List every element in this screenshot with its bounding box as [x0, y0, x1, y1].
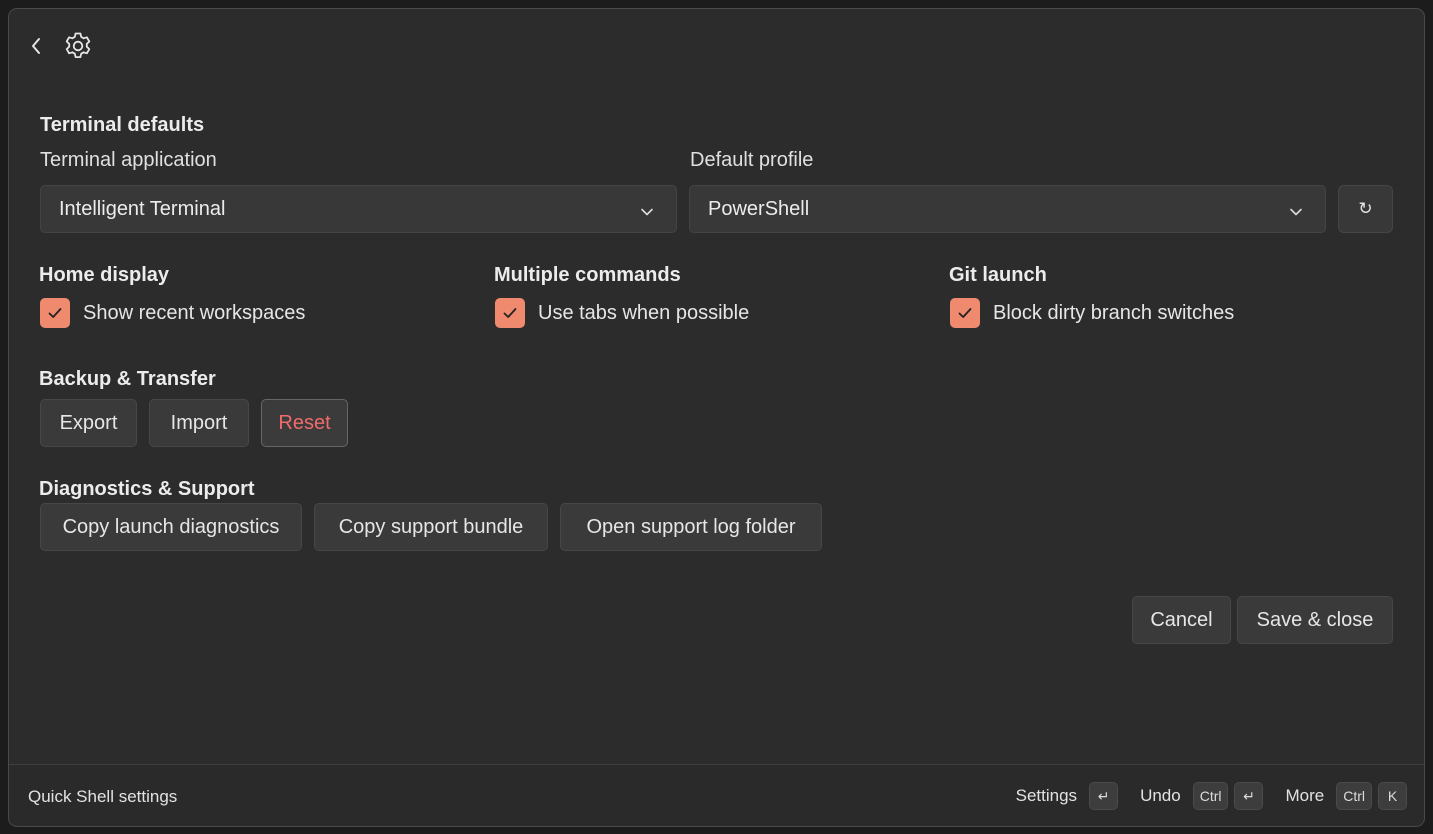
checkmark-icon: [48, 308, 62, 318]
save-close-button[interactable]: Save & close: [1237, 596, 1393, 644]
show-recent-workspaces-option[interactable]: Show recent workspaces: [40, 298, 305, 328]
enter-key-icon: ↵: [1234, 782, 1264, 810]
copy-support-bundle-button[interactable]: Copy support bundle: [314, 503, 548, 551]
ctrl-key: Ctrl: [1336, 782, 1372, 810]
backup-transfer-heading: Backup & Transfer: [39, 368, 216, 390]
terminal-application-label: Terminal application: [40, 149, 217, 171]
command-bar-footer: Quick Shell settings Settings ↵ Undo Ctr…: [9, 764, 1424, 826]
settings-window: Terminal defaults Terminal application D…: [8, 8, 1425, 827]
import-button[interactable]: Import: [149, 399, 249, 447]
block-dirty-branch-label: Block dirty branch switches: [993, 301, 1235, 324]
default-profile-select[interactable]: PowerShell: [689, 185, 1326, 233]
footer-title: Quick Shell settings: [28, 787, 178, 806]
block-dirty-branch-checkbox[interactable]: [950, 298, 980, 328]
k-key: K: [1378, 782, 1407, 810]
settings-action-label: Settings: [1015, 786, 1078, 805]
enter-key-icon: ↵: [1089, 782, 1119, 810]
show-recent-workspaces-label: Show recent workspaces: [83, 301, 306, 324]
terminal-application-select[interactable]: Intelligent Terminal: [40, 185, 677, 233]
chevron-left-icon[interactable]: [25, 33, 47, 59]
use-tabs-label: Use tabs when possible: [538, 301, 750, 324]
more-action[interactable]: More Ctrl K: [1285, 782, 1407, 810]
chevron-down-icon: [640, 202, 654, 225]
cancel-button[interactable]: Cancel: [1132, 596, 1231, 644]
git-launch-heading: Git launch: [949, 264, 1047, 286]
default-profile-value: PowerShell: [708, 197, 810, 220]
refresh-profiles-button[interactable]: ↻: [1338, 185, 1393, 233]
gear-icon: [61, 29, 95, 63]
multiple-commands-heading: Multiple commands: [494, 264, 681, 286]
top-bar: [25, 32, 95, 59]
default-profile-label: Default profile: [690, 149, 814, 171]
terminal-defaults-heading: Terminal defaults: [40, 114, 205, 136]
more-action-label: More: [1285, 786, 1325, 805]
checkmark-icon: [503, 308, 517, 318]
reset-button[interactable]: Reset: [261, 399, 348, 447]
settings-action[interactable]: Settings ↵: [1016, 782, 1124, 810]
block-dirty-branch-option[interactable]: Block dirty branch switches: [950, 298, 1234, 328]
show-recent-workspaces-checkbox[interactable]: [40, 298, 70, 328]
refresh-icon: ↻: [1358, 199, 1373, 219]
copy-launch-diagnostics-button[interactable]: Copy launch diagnostics: [40, 503, 302, 551]
export-button[interactable]: Export: [40, 399, 137, 447]
undo-action-label: Undo: [1140, 786, 1181, 805]
open-support-log-folder-button[interactable]: Open support log folder: [560, 503, 822, 551]
undo-action[interactable]: Undo Ctrl ↵: [1140, 782, 1269, 810]
home-display-heading: Home display: [39, 264, 170, 286]
use-tabs-option[interactable]: Use tabs when possible: [495, 298, 749, 328]
terminal-application-value: Intelligent Terminal: [59, 197, 226, 220]
use-tabs-checkbox[interactable]: [495, 298, 525, 328]
diagnostics-heading: Diagnostics & Support: [39, 478, 255, 500]
checkmark-icon: [958, 308, 972, 318]
ctrl-key: Ctrl: [1192, 782, 1229, 810]
chevron-down-icon: [1289, 202, 1303, 225]
footer-actions: Settings ↵ Undo Ctrl ↵ More Ctrl K: [1016, 781, 1407, 811]
